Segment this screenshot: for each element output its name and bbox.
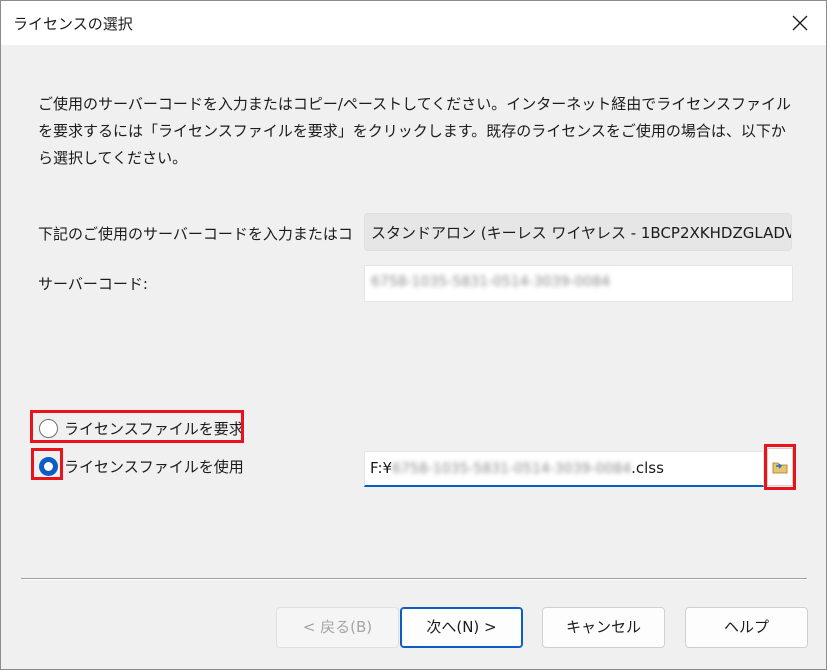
server-code-input[interactable]: 6758-1035-5831-0514-3039-0084 bbox=[364, 265, 793, 302]
help-button[interactable]: ヘルプ bbox=[685, 607, 808, 648]
radio-use-label: ライセンスファイルを使用 bbox=[64, 458, 244, 476]
instructions-text: ご使用のサーバーコードを入力またはコピー/ペーストしてください。インターネット経… bbox=[38, 95, 791, 167]
close-button[interactable] bbox=[775, 1, 826, 45]
cancel-button[interactable]: キャンセル bbox=[542, 607, 665, 648]
title-bar: ライセンスの選択 bbox=[1, 1, 826, 45]
highlight-browse-button bbox=[764, 444, 796, 490]
close-icon bbox=[792, 15, 808, 31]
license-file-suffix: .clss bbox=[631, 459, 664, 477]
license-mode-label: 下記のご使用のサーバーコードを入力またはコ bbox=[38, 225, 353, 243]
dialog-title: ライセンスの選択 bbox=[13, 15, 133, 33]
license-file-prefix: F:¥ bbox=[370, 459, 393, 477]
back-button[interactable]: < 戻る(B) bbox=[276, 607, 399, 648]
license-file-masked: 6758-1035-5831-0514-3039-0084 bbox=[392, 461, 632, 477]
divider-highlight bbox=[21, 579, 807, 580]
license-mode-select[interactable]: スタンドアロン (キーレス ワイヤレス - 1BCP2XKHDZGLADV) bbox=[364, 213, 792, 251]
license-selection-dialog: ライセンスの選択 ご使用のサーバーコードを入力またはコピー/ペーストしてください… bbox=[0, 0, 827, 670]
highlight-request-option bbox=[30, 410, 244, 443]
license-file-path-input[interactable]: F:¥6758-1035-5831-0514-3039-0084.clss bbox=[364, 451, 764, 487]
highlight-use-radio bbox=[31, 448, 63, 480]
server-code-label: サーバーコード: bbox=[38, 275, 148, 293]
server-code-value: 6758-1035-5831-0514-3039-0084 bbox=[371, 274, 611, 290]
radio-use-license[interactable]: ライセンスファイルを使用 bbox=[39, 456, 244, 477]
next-button[interactable]: 次へ(N) > bbox=[400, 607, 523, 648]
